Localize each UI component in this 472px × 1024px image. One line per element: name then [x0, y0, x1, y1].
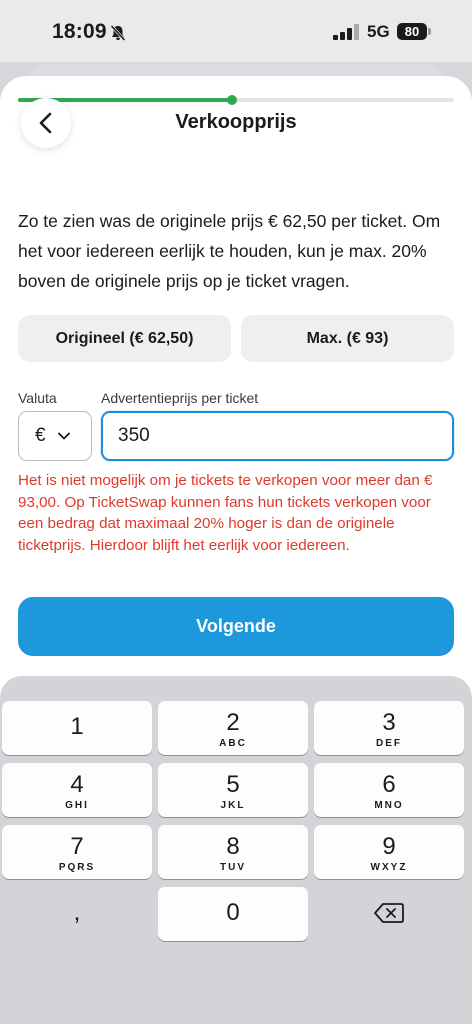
- key-0[interactable]: 0: [158, 887, 308, 941]
- chevron-down-icon: [57, 432, 70, 440]
- key-4[interactable]: 4 GHI: [2, 763, 152, 817]
- key-7-letters: PQRS: [58, 862, 96, 873]
- max-price-button[interactable]: Max. (€ 93): [241, 315, 454, 362]
- battery-tip: [428, 28, 431, 35]
- battery-icon: 80: [397, 23, 427, 40]
- key-6-digit: 6: [382, 771, 396, 798]
- price-input[interactable]: [101, 411, 454, 461]
- status-bar: 18:09 5G 80: [0, 0, 472, 62]
- page-title: Verkoopprijs: [175, 111, 297, 133]
- key-comma[interactable]: ,: [2, 887, 152, 941]
- key-8-digit: 8: [226, 833, 240, 860]
- key-9-letters: WXYZ: [370, 862, 408, 873]
- key-3-digit: 3: [382, 709, 396, 736]
- currency-value: €: [35, 425, 46, 446]
- network-type: 5G: [367, 22, 390, 41]
- backspace-icon[interactable]: [374, 902, 404, 924]
- key-9-digit: 9: [382, 833, 396, 860]
- status-time: 18:09: [52, 20, 107, 43]
- currency-label: Valuta: [18, 390, 57, 406]
- signal-icon: [333, 24, 359, 40]
- key-7-digit: 7: [70, 833, 84, 860]
- key-2-letters: ABC: [219, 738, 247, 749]
- key-8[interactable]: 8 TUV: [158, 825, 308, 879]
- key-0-digit: 0: [226, 899, 240, 926]
- key-4-letters: GHI: [65, 800, 89, 811]
- progress-bar: [18, 95, 454, 105]
- key-5-digit: 5: [226, 771, 240, 798]
- intro-text: Zo te zien was de originele prijs € 62,5…: [18, 211, 441, 291]
- key-comma-glyph: ,: [73, 899, 81, 926]
- key-2-digit: 2: [226, 709, 240, 736]
- key-4-digit: 4: [70, 771, 84, 798]
- key-8-letters: TUV: [220, 862, 246, 873]
- key-6-letters: MNO: [374, 800, 404, 811]
- original-price-button[interactable]: Origineel (€ 62,50): [18, 315, 231, 362]
- key-3[interactable]: 3 DEF: [314, 701, 464, 755]
- key-1-digit: 1: [70, 713, 84, 740]
- key-1[interactable]: 1: [2, 701, 152, 755]
- key-5[interactable]: 5 JKL: [158, 763, 308, 817]
- key-9[interactable]: 9 WXYZ: [314, 825, 464, 879]
- key-6[interactable]: 6 MNO: [314, 763, 464, 817]
- bell-slash-icon: [110, 24, 126, 42]
- currency-select[interactable]: €: [18, 411, 92, 461]
- error-message: Het is niet mogelijk om je tickets te ve…: [18, 472, 433, 554]
- key-5-letters: JKL: [220, 800, 246, 811]
- progress-handle: [226, 95, 237, 105]
- next-button[interactable]: Volgende: [18, 597, 454, 656]
- key-2[interactable]: 2 ABC: [158, 701, 308, 755]
- key-3-letters: DEF: [376, 738, 402, 749]
- price-label: Advertentieprijs per ticket: [101, 390, 259, 406]
- key-7[interactable]: 7 PQRS: [2, 825, 152, 879]
